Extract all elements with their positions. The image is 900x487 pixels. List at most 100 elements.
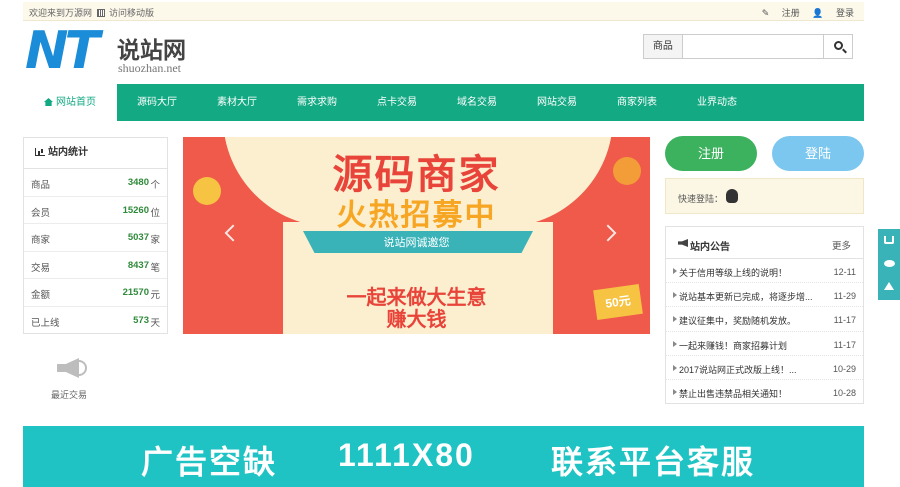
nav-item-label: 源码大厅 <box>137 97 177 108</box>
bullet-icon <box>673 316 677 323</box>
top-register-label: 注册 <box>781 8 800 18</box>
money-badge: 50元 <box>593 283 643 321</box>
banner-invite: 说站网诚邀您 <box>383 237 450 249</box>
bullet-icon <box>673 388 677 395</box>
notice-text: 2017说站网正式改版上线！... <box>679 364 797 375</box>
ad-text-contact: 联系平台客服 <box>551 444 756 480</box>
logo-name: 说站网 <box>117 37 186 63</box>
stats-label: 已上线 <box>31 317 60 329</box>
promo-banner[interactable]: 源码商家 火热招募中 说站网诚邀您 一起来做大生意 赚大钱 50元 <box>183 137 650 334</box>
stats-value: 15260 <box>122 204 149 216</box>
stats-row: 交易 8437 笔 <box>24 252 167 279</box>
stats-value: 5037 <box>127 232 149 243</box>
notice-text: 说站基本更新已完成，将逐步增... <box>679 292 813 303</box>
notice-date: 10-29 <box>832 363 856 374</box>
recent-trades-label: 最近交易 <box>50 390 87 400</box>
notice-item[interactable]: 说站基本更新已完成，将逐步增... 11-29 <box>666 283 863 308</box>
stats-row: 已上线 573 天 <box>24 307 167 335</box>
nav-item-news[interactable]: 业界动态 <box>677 84 757 121</box>
nav-item-label: 需求求购 <box>297 97 337 108</box>
top-login-label: 登录 <box>835 8 854 18</box>
bullet-icon <box>673 340 677 347</box>
stats-unit: 元 <box>150 290 160 301</box>
qq-icon[interactable] <box>726 189 738 203</box>
stats-label: 金额 <box>31 290 51 301</box>
notice-date: 10-28 <box>832 387 856 398</box>
welcome-area: 欢迎来到万源网 访问移动版 <box>29 6 154 19</box>
nav-item-label: 网站交易 <box>537 97 577 108</box>
stats-value: 3480 <box>127 177 149 188</box>
notice-item[interactable]: 关于信用等级上线的说明！ 12-11 <box>666 259 863 284</box>
nav-item-website[interactable]: 网站交易 <box>517 84 597 121</box>
notice-date: 11-29 <box>833 291 856 302</box>
stats-label: 商家 <box>31 235 51 246</box>
stats-unit: 位 <box>150 207 160 219</box>
notice-text: 禁止出售违禁品相关通知！ <box>679 388 788 399</box>
top-login-link[interactable]: 👤 登录 <box>812 8 854 18</box>
stats-value: 8437 <box>127 259 149 271</box>
stats-row: 商品 3480 个 <box>24 169 167 197</box>
cart-icon[interactable] <box>884 236 894 244</box>
stats-unit: 个 <box>150 180 160 191</box>
nav-item-label: 素材大厅 <box>217 97 257 108</box>
nav-item-domain[interactable]: 域名交易 <box>437 84 517 121</box>
search-button[interactable] <box>822 35 852 58</box>
nav-item-demand[interactable]: 需求求购 <box>277 84 357 121</box>
top-auth-links: ✎ 注册 👤 登录 <box>752 6 854 19</box>
notice-header: 站内公告 更多 <box>666 227 863 259</box>
mobile-link[interactable]: 访问移动版 <box>109 8 154 18</box>
banner-slogan-line2: 赚大钱 <box>386 309 447 331</box>
notice-date: 12-11 <box>833 267 856 277</box>
nav-item-label: 商家列表 <box>617 97 657 108</box>
logo-domain: shuozhan.net <box>118 61 181 75</box>
ad-text-vacant: 广告空缺 <box>141 444 278 480</box>
nav-item-card[interactable]: 点卡交易 <box>357 84 437 121</box>
site-stats-panel: 站内统计 商品 3480 个 会员 15260 位 商家 5037 家 交易 8437 笔 金额… <box>23 137 168 334</box>
stats-label: 会员 <box>31 207 51 219</box>
megaphone-icon <box>49 350 89 386</box>
notice-date: 11-17 <box>833 339 856 350</box>
notice-item[interactable]: 禁止出售违禁品相关通知！ 10-28 <box>666 380 863 404</box>
stats-unit: 笔 <box>150 262 160 274</box>
banner-slogan: 一起来做大生意 赚大钱 <box>183 287 650 331</box>
notice-title: 站内公告 <box>690 242 730 253</box>
top-register-link[interactable]: ✎ 注册 <box>762 8 800 18</box>
quick-login: 快速登陆： <box>665 178 864 214</box>
notice-text: 建议征集中，奖励随机发放。 <box>679 316 797 327</box>
notice-more-link[interactable]: 更多 <box>832 238 851 252</box>
quick-login-label: 快速登陆： <box>678 194 724 204</box>
stats-unit: 天 <box>150 317 160 329</box>
notice-item[interactable]: 2017说站网正式改版上线！... 10-29 <box>666 356 863 380</box>
qrcode-icon <box>96 9 105 17</box>
chart-icon <box>35 148 45 156</box>
eye-icon[interactable] <box>884 260 895 267</box>
ad-banner[interactable]: 广告空缺 1111X80 联系平台客服 <box>23 426 864 487</box>
nav-item-merchants[interactable]: 商家列表 <box>597 84 677 121</box>
recent-trades[interactable]: 最近交易 <box>44 350 94 401</box>
notice-text: 关于信用等级上线的说明！ <box>679 268 788 278</box>
back-to-top-icon[interactable] <box>884 282 894 290</box>
nav-item-source[interactable]: 源码大厅 <box>117 84 197 121</box>
search-category-select[interactable]: 商品 <box>644 35 683 58</box>
nav-item-home[interactable]: 网站首页 <box>23 84 117 121</box>
notice-item[interactable]: 一起来赚钱！商家招募计划 11-17 <box>666 332 863 356</box>
top-bar: 欢迎来到万源网 访问移动版 ✎ 注册 👤 登录 <box>23 2 864 21</box>
login-button[interactable]: 登陆 <box>772 136 864 171</box>
stats-label: 交易 <box>31 262 51 274</box>
nav-item-label: 域名交易 <box>457 97 497 108</box>
nav-item-label: 点卡交易 <box>377 97 417 108</box>
bullet-icon <box>673 268 677 274</box>
stats-value: 573 <box>133 314 149 326</box>
speaker-icon <box>678 239 688 247</box>
nav-item-label: 业界动态 <box>697 97 737 108</box>
notice-item[interactable]: 建议征集中，奖励随机发放。 11-17 <box>666 307 863 332</box>
nav-item-label: 网站首页 <box>56 97 96 108</box>
site-logo[interactable]: NT 说站网 shuozhan.net <box>25 25 205 80</box>
notice-date: 11-17 <box>833 315 856 326</box>
register-button[interactable]: 注册 <box>665 136 757 171</box>
home-icon <box>44 98 53 106</box>
stats-title: 站内统计 <box>48 147 88 158</box>
nav-item-material[interactable]: 素材大厅 <box>197 84 277 121</box>
stats-label: 商品 <box>31 180 51 191</box>
search-input[interactable] <box>682 35 823 58</box>
